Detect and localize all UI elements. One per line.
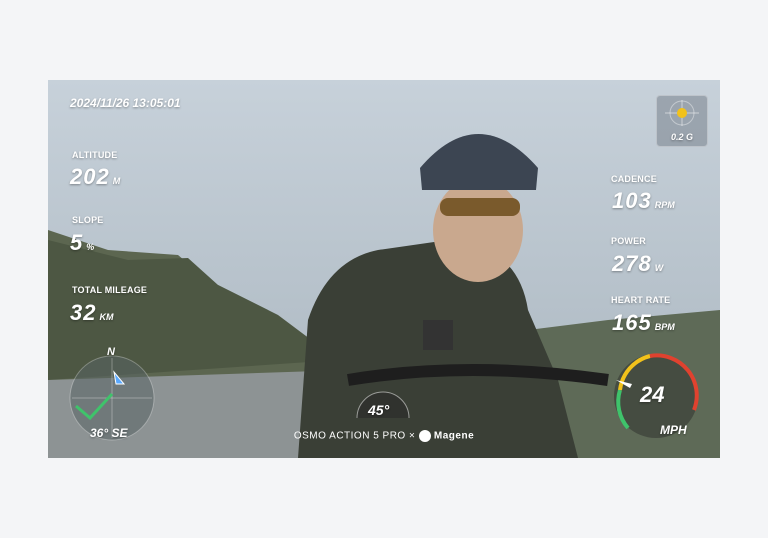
gforce-crosshair-icon [665, 100, 699, 126]
slope-value: 5 [70, 230, 84, 255]
mileage-readout: 32 KM [70, 300, 113, 326]
camera-brand: OSMO ACTION 5 PRO [293, 430, 406, 442]
brand-separator: × [409, 430, 416, 442]
mileage-unit: KM [99, 312, 114, 322]
power-unit: W [654, 263, 664, 273]
power-value: 278 [612, 251, 652, 276]
slope-label: SLOPE [72, 215, 104, 225]
video-frame: 2024/11/26 13:05:01 0.2 G ALTITUDE 202 M … [48, 80, 720, 458]
compass-north: N [107, 346, 115, 358]
speed-value: 24 [640, 382, 665, 407]
cadence-label: CADENCE [611, 174, 657, 184]
altitude-unit: M [112, 176, 121, 186]
lean-angle: 45° [368, 402, 390, 418]
heart-rate-label: HEART RATE [611, 295, 671, 305]
power-readout: 278 W [612, 251, 663, 277]
gforce-value: 0.2 G [670, 132, 693, 142]
brand-footer: OSMO ACTION 5 PRO × Magene [48, 430, 720, 442]
heart-rate-readout: 165 BPM [612, 310, 675, 336]
mileage-value: 32 [70, 300, 97, 325]
cadence-value: 103 [612, 188, 652, 213]
heart-rate-value: 165 [612, 310, 652, 335]
magene-logo-icon [418, 430, 431, 442]
gforce-widget: 0.2 G [656, 95, 708, 147]
cadence-readout: 103 RPM [612, 188, 675, 214]
partner-brand: Magene [433, 430, 475, 442]
altitude-readout: 202 M [70, 164, 120, 190]
slope-unit: % [86, 242, 95, 252]
altitude-value: 202 [70, 164, 110, 189]
mileage-label: TOTAL MILEAGE [72, 285, 148, 295]
heart-rate-unit: BPM [654, 322, 675, 332]
datetime: 2024/11/26 13:05:01 [70, 96, 181, 110]
cadence-unit: RPM [654, 200, 675, 210]
slope-readout: 5% [70, 230, 94, 256]
altitude-label: ALTITUDE [72, 150, 118, 160]
power-label: POWER [611, 236, 647, 246]
